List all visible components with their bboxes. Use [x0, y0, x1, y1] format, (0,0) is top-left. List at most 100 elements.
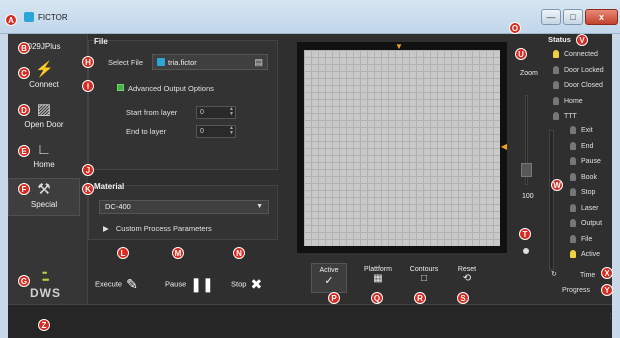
marker-m: M	[172, 247, 184, 259]
execute-button[interactable]: Execute ✎	[95, 276, 138, 293]
status-bulb-icon	[570, 172, 576, 181]
reset-icon: ⟲	[462, 273, 472, 284]
zoom-value: 100	[522, 193, 534, 200]
status-sub-item: End	[570, 141, 594, 150]
close-button[interactable]: x	[585, 9, 618, 25]
special-button[interactable]: ⚒ Special	[8, 178, 80, 216]
home-label: Home	[33, 160, 55, 169]
stop-label: Stop	[231, 279, 247, 289]
marker-s: S	[457, 292, 469, 304]
status-item: Door Closed	[553, 81, 603, 89]
status-label: Laser	[581, 204, 599, 212]
plug-icon: ⚡	[35, 61, 54, 78]
file-selector[interactable]: tria.fictor ▤	[152, 54, 268, 70]
marker-u: U	[515, 48, 527, 60]
status-label: End	[581, 142, 594, 150]
start-layer-input[interactable]: 0 ▲ ▼	[196, 106, 236, 119]
spin-arrows-icon[interactable]: ▲ ▼	[229, 107, 234, 117]
status-bulb-icon	[570, 141, 576, 150]
custom-params-toggle[interactable]: ▶ Custom Process Parameters	[103, 224, 212, 233]
active-toggle[interactable]: Active ✓	[311, 263, 347, 293]
checkmark-icon: ✓	[324, 275, 334, 287]
door-icon: ▨	[36, 101, 52, 118]
stop-button[interactable]: Stop ✖	[231, 276, 262, 293]
status-scrollbar[interactable]	[549, 130, 554, 270]
custom-params-label: Custom Process Parameters	[115, 224, 212, 233]
build-viewport[interactable]: ▼ ◀	[297, 42, 507, 253]
status-bulb-icon	[570, 188, 576, 196]
reset-label: Reset	[457, 266, 477, 273]
status-sub-item: Active	[570, 250, 600, 258]
platform-icon: ▦	[373, 273, 383, 284]
execute-icon: ✎	[126, 276, 138, 292]
window-frame-left	[0, 34, 8, 338]
scroll-grip-icon[interactable]: ⋮	[607, 312, 614, 320]
status-title: Status	[548, 35, 571, 44]
status-label: Connected	[564, 50, 598, 58]
contours-toggle[interactable]: Contours □	[404, 266, 444, 284]
material-value: DC-400	[105, 202, 131, 211]
status-label: Active	[581, 250, 601, 258]
zoom-reset-dot[interactable]	[523, 248, 529, 254]
triangle-right-icon: ▶	[103, 224, 109, 233]
end-layer-value: 0	[200, 128, 204, 135]
marker-i: I	[82, 80, 94, 92]
dws-logo-dots: •• •••	[42, 268, 50, 285]
status-label: Pause	[581, 157, 601, 165]
status-bulb-icon	[570, 250, 576, 258]
status-label: File	[581, 235, 593, 243]
status-bulb-icon	[553, 112, 559, 120]
build-platform-grid	[304, 50, 500, 246]
platform-toggle[interactable]: Plattform ▦	[358, 266, 398, 284]
marker-h: H	[82, 56, 94, 68]
marker-g: G	[18, 275, 30, 287]
maximize-button[interactable]: □	[563, 9, 583, 25]
status-label: Output	[581, 219, 603, 227]
status-bulb-icon	[553, 65, 559, 74]
spin-arrows-icon[interactable]: ▲ ▼	[229, 126, 234, 136]
progress-label: Progress	[562, 287, 591, 294]
marker-x: X	[601, 267, 613, 279]
printer-name-label: 029JPlus	[27, 42, 61, 51]
platform-label: Plattform	[363, 266, 392, 273]
status-sub-item: Stop	[570, 188, 595, 196]
zoom-slider-thumb[interactable]	[521, 163, 532, 177]
pause-button[interactable]: Pause ❚❚	[165, 276, 214, 293]
file-name: tria.fictor	[168, 58, 197, 67]
marker-j: J	[82, 164, 94, 176]
marker-f: F	[18, 183, 30, 195]
status-sub-item: Book	[570, 172, 597, 181]
status-item: Home	[553, 96, 583, 105]
status-bulb-icon	[553, 96, 559, 105]
status-sub-item: Laser	[570, 203, 599, 212]
status-bulb-icon	[570, 203, 576, 212]
refresh-icon[interactable]: ↻	[551, 270, 557, 278]
execute-label: Execute	[95, 279, 123, 289]
reset-toggle[interactable]: Reset ⟲	[450, 266, 484, 284]
active-label: Active	[319, 267, 339, 274]
status-label: TTT	[564, 112, 577, 120]
material-select[interactable]: DC-400 ▼	[99, 200, 269, 214]
axis-marker-top-icon: ▼	[395, 42, 403, 51]
folder-icon[interactable]: ▤	[254, 57, 263, 68]
status-label: Stop	[581, 188, 596, 196]
minimize-button[interactable]: —	[541, 9, 561, 25]
open-door-label: Open Door	[24, 120, 64, 129]
marker-k: K	[82, 183, 94, 195]
wrench-icon: ⚒	[37, 181, 51, 198]
marker-y: Y	[601, 284, 613, 296]
status-item: TTT	[553, 112, 577, 120]
window-frame-right	[612, 34, 620, 338]
advanced-output-checkbox[interactable]	[117, 84, 124, 91]
connect-label: Connect	[29, 80, 59, 89]
end-layer-input[interactable]: 0 ▲ ▼	[196, 125, 236, 138]
marker-p: P	[328, 292, 340, 304]
status-bulb-icon	[570, 219, 576, 227]
title-bar: FICTOR — □ x	[0, 0, 620, 34]
time-label: Time	[580, 272, 596, 279]
contours-label: Contours	[409, 266, 439, 273]
status-sub-item: Pause	[570, 157, 601, 165]
status-bulb-icon	[570, 126, 576, 134]
dws-logo: •• ••• DWS	[30, 268, 70, 301]
pause-icon: ❚❚	[190, 276, 214, 292]
